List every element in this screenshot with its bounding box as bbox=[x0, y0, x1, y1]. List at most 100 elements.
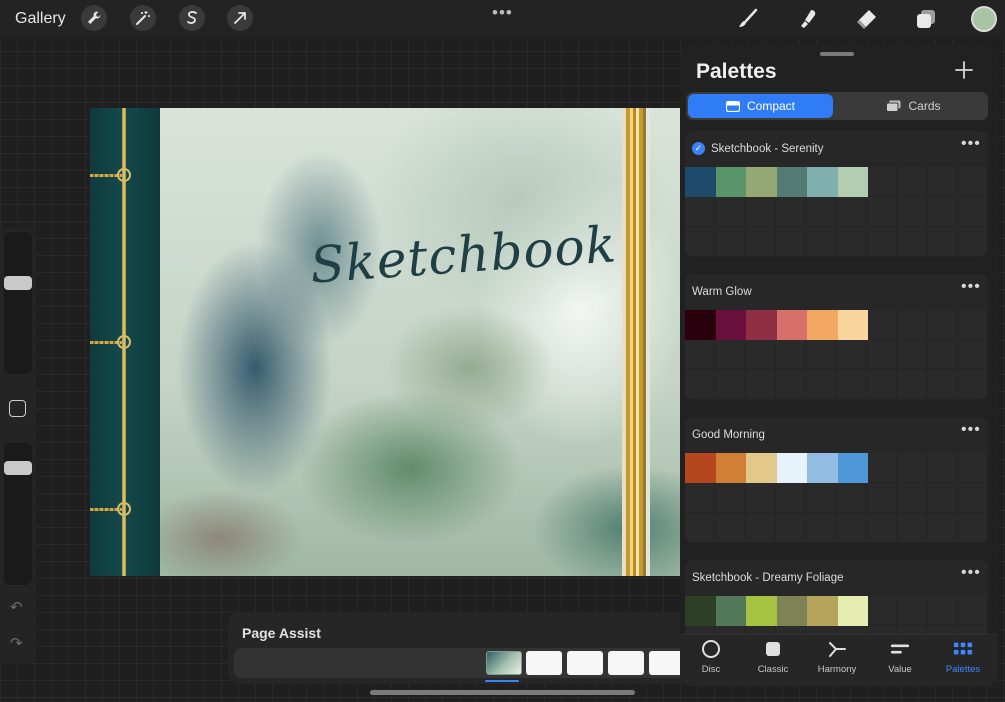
color-swatch[interactable] bbox=[776, 310, 807, 340]
empty-swatch[interactable] bbox=[745, 340, 776, 370]
empty-swatch[interactable] bbox=[897, 596, 928, 626]
color-swatch[interactable] bbox=[746, 167, 777, 197]
empty-swatch[interactable] bbox=[866, 596, 898, 626]
color-swatch[interactable] bbox=[746, 596, 777, 626]
modify-button[interactable] bbox=[9, 400, 26, 417]
empty-swatch[interactable] bbox=[836, 340, 867, 370]
palette-card[interactable]: ✓ Sketchbook - Serenity ••• bbox=[685, 131, 988, 257]
color-swatch[interactable] bbox=[807, 310, 838, 340]
color-swatch[interactable] bbox=[715, 310, 746, 340]
empty-swatch[interactable] bbox=[957, 483, 988, 513]
tab-harmony[interactable]: Harmony bbox=[806, 639, 868, 683]
add-palette-button[interactable] bbox=[952, 58, 976, 82]
empty-swatch[interactable] bbox=[745, 227, 776, 257]
empty-swatch[interactable] bbox=[836, 483, 867, 513]
empty-swatch[interactable] bbox=[957, 340, 988, 370]
palette-name[interactable]: Good Morning bbox=[692, 429, 765, 441]
empty-swatch[interactable] bbox=[957, 197, 988, 227]
color-swatch[interactable] bbox=[807, 453, 838, 483]
palette-card[interactable]: Warm Glow ••• bbox=[685, 274, 988, 400]
empty-swatch[interactable] bbox=[866, 370, 898, 400]
opacity-thumb[interactable] bbox=[4, 461, 32, 475]
color-swatch[interactable] bbox=[807, 167, 838, 197]
empty-swatch[interactable] bbox=[927, 513, 958, 543]
empty-swatch[interactable] bbox=[806, 513, 837, 543]
empty-swatch[interactable] bbox=[897, 370, 928, 400]
opacity-slider[interactable] bbox=[4, 443, 32, 585]
color-swatch[interactable] bbox=[776, 596, 807, 626]
color-swatch[interactable] bbox=[715, 453, 746, 483]
color-swatch[interactable] bbox=[837, 310, 868, 340]
tab-classic[interactable]: Classic bbox=[742, 639, 804, 683]
color-swatch[interactable] bbox=[837, 167, 868, 197]
empty-swatch[interactable] bbox=[927, 310, 958, 340]
empty-swatch[interactable] bbox=[927, 596, 958, 626]
empty-swatch[interactable] bbox=[927, 453, 958, 483]
cards-view-button[interactable]: Cards bbox=[841, 94, 986, 118]
empty-swatch[interactable] bbox=[957, 227, 988, 257]
page-thumbnail[interactable] bbox=[526, 651, 562, 675]
empty-swatch[interactable] bbox=[957, 513, 988, 543]
color-swatch[interactable] bbox=[837, 596, 868, 626]
home-indicator[interactable] bbox=[370, 690, 635, 695]
empty-swatch[interactable] bbox=[836, 197, 867, 227]
more-options-button[interactable]: ••• bbox=[492, 3, 513, 23]
transform-button[interactable] bbox=[227, 5, 253, 31]
empty-swatch[interactable] bbox=[715, 370, 746, 400]
palette-options-button[interactable]: ••• bbox=[961, 421, 981, 439]
page-thumbnail[interactable] bbox=[486, 651, 522, 675]
empty-swatch[interactable] bbox=[715, 340, 746, 370]
empty-swatch[interactable] bbox=[897, 453, 928, 483]
empty-swatch[interactable] bbox=[806, 483, 837, 513]
tab-value[interactable]: Value bbox=[869, 639, 931, 683]
empty-swatch[interactable] bbox=[927, 167, 958, 197]
selection-button[interactable] bbox=[179, 5, 205, 31]
actions-wrench-button[interactable] bbox=[81, 5, 107, 31]
empty-swatch[interactable] bbox=[806, 340, 837, 370]
empty-swatch[interactable] bbox=[806, 197, 837, 227]
palette-name[interactable]: Sketchbook - Dreamy Foliage bbox=[692, 572, 843, 584]
empty-swatch[interactable] bbox=[685, 227, 716, 257]
empty-swatch[interactable] bbox=[927, 197, 958, 227]
empty-swatch[interactable] bbox=[836, 370, 867, 400]
empty-swatch[interactable] bbox=[775, 370, 807, 400]
empty-swatch[interactable] bbox=[957, 596, 988, 626]
brush-size-slider[interactable] bbox=[4, 232, 32, 374]
empty-swatch[interactable] bbox=[715, 227, 746, 257]
empty-swatch[interactable] bbox=[897, 513, 928, 543]
empty-swatch[interactable] bbox=[836, 513, 867, 543]
panel-grabber[interactable] bbox=[820, 52, 854, 56]
smudge-tool-button[interactable] bbox=[794, 5, 822, 33]
empty-swatch[interactable] bbox=[927, 483, 958, 513]
empty-swatch[interactable] bbox=[866, 167, 898, 197]
empty-swatch[interactable] bbox=[897, 167, 928, 197]
color-swatch[interactable] bbox=[685, 596, 716, 626]
empty-swatch[interactable] bbox=[957, 310, 988, 340]
redo-button[interactable]: ↷ bbox=[10, 634, 23, 652]
palette-options-button[interactable]: ••• bbox=[961, 564, 981, 582]
palette-name[interactable]: Warm Glow bbox=[692, 286, 752, 298]
empty-swatch[interactable] bbox=[866, 453, 898, 483]
empty-swatch[interactable] bbox=[957, 370, 988, 400]
empty-swatch[interactable] bbox=[866, 483, 898, 513]
empty-swatch[interactable] bbox=[836, 227, 867, 257]
empty-swatch[interactable] bbox=[685, 340, 716, 370]
empty-swatch[interactable] bbox=[957, 167, 988, 197]
palette-options-button[interactable]: ••• bbox=[961, 278, 981, 296]
empty-swatch[interactable] bbox=[866, 340, 898, 370]
color-swatch[interactable] bbox=[685, 167, 716, 197]
empty-swatch[interactable] bbox=[685, 483, 716, 513]
empty-swatch[interactable] bbox=[866, 310, 898, 340]
drawing-canvas[interactable]: Sketchbook bbox=[90, 108, 682, 576]
eraser-tool-button[interactable] bbox=[853, 5, 881, 33]
default-palette-check-icon[interactable]: ✓ bbox=[692, 142, 705, 155]
palette-options-button[interactable]: ••• bbox=[961, 135, 981, 153]
palette-card[interactable]: Good Morning ••• bbox=[685, 417, 988, 543]
empty-swatch[interactable] bbox=[775, 513, 807, 543]
empty-swatch[interactable] bbox=[775, 340, 807, 370]
color-swatch[interactable] bbox=[807, 596, 838, 626]
empty-swatch[interactable] bbox=[866, 513, 898, 543]
compact-view-button[interactable]: Compact bbox=[688, 94, 833, 118]
empty-swatch[interactable] bbox=[897, 483, 928, 513]
empty-swatch[interactable] bbox=[775, 197, 807, 227]
